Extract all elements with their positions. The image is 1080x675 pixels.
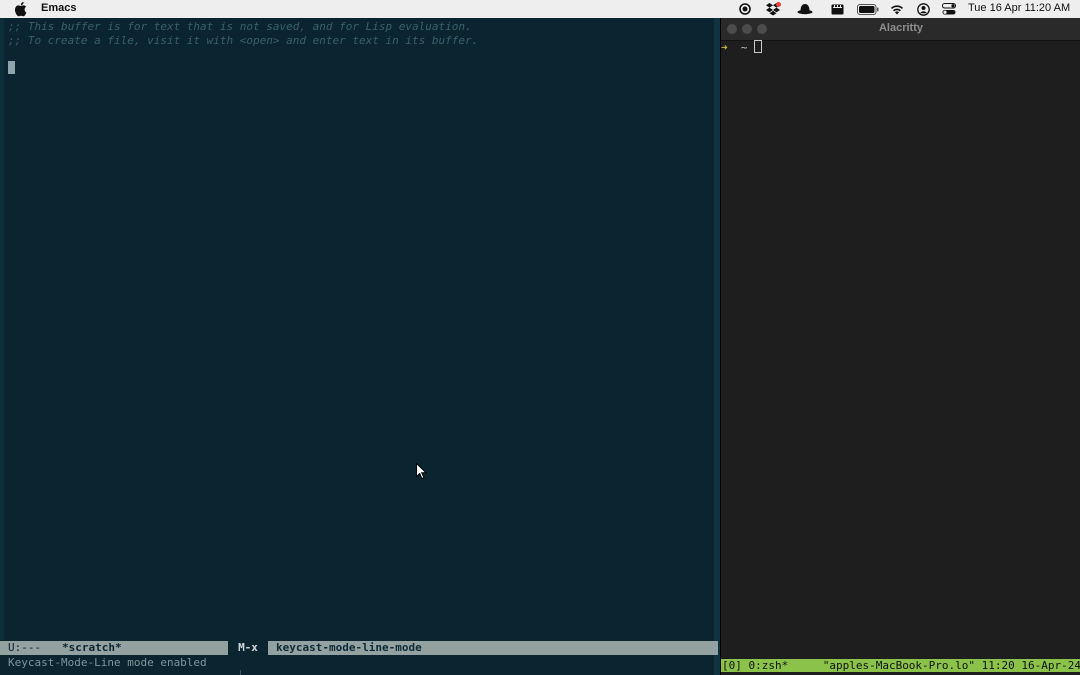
prompt-arrow-icon: ➜: [721, 41, 728, 54]
alacritty-window: Alacritty ➜ ~ [0] 0:zsh* "apples-MacBook…: [720, 18, 1080, 675]
buffer-comment-line: ;; To create a file, visit it with <open…: [8, 34, 479, 47]
record-icon[interactable]: [738, 2, 752, 16]
buffer-state: U:---: [8, 641, 42, 654]
battery-icon[interactable]: [856, 2, 880, 16]
user-account-icon[interactable]: [915, 2, 931, 16]
bowler-hat-icon[interactable]: [796, 2, 814, 16]
dropbox-icon[interactable]: [765, 2, 781, 16]
window-title: Alacritty: [878, 22, 924, 34]
clapper-icon[interactable]: [829, 2, 845, 16]
menubar-clock[interactable]: Tue 16 Apr 11:20 AM: [968, 2, 1070, 14]
text-cursor: [8, 61, 15, 74]
app-menu-emacs[interactable]: Emacs: [41, 2, 76, 14]
menu-bar: Emacs Tue 16 Apr 11:20 AM: [0, 0, 1080, 19]
shell-prompt[interactable]: ➜ ~: [721, 40, 763, 55]
window-divider: [240, 670, 241, 675]
keycast-command: keycast-mode-line-mode: [276, 641, 422, 654]
prompt-path: ~: [740, 41, 748, 54]
wifi-icon[interactable]: [889, 2, 905, 16]
echo-area: Keycast-Mode-Line mode enabled: [8, 656, 207, 669]
tmux-window-list[interactable]: [0] 0:zsh*: [722, 659, 788, 672]
mode-line: U:--- *scratch* M-x keycast-mode-line-mo…: [0, 641, 718, 655]
title-bar[interactable]: Alacritty: [721, 18, 1080, 41]
terminal-cursor: [754, 40, 763, 53]
left-fringe: [0, 18, 4, 640]
tmux-status-bar: [0] 0:zsh* "apples-MacBook-Pro.lo" 11:20…: [721, 659, 1080, 672]
buffer-name[interactable]: *scratch*: [62, 641, 122, 655]
mouse-pointer-icon: [416, 463, 427, 479]
scratch-buffer[interactable]: ;; This buffer is for text that is not s…: [8, 20, 708, 48]
emacs-frame: ;; This buffer is for text that is not s…: [0, 18, 720, 675]
apple-logo-icon[interactable]: [13, 1, 27, 17]
buffer-comment-line: ;; This buffer is for text that is not s…: [8, 20, 472, 33]
tmux-status-right: "apples-MacBook-Pro.lo" 11:20 16-Apr-24: [822, 659, 1080, 672]
keycast-key: M-x: [228, 641, 268, 655]
control-center-icon[interactable]: [941, 2, 957, 16]
